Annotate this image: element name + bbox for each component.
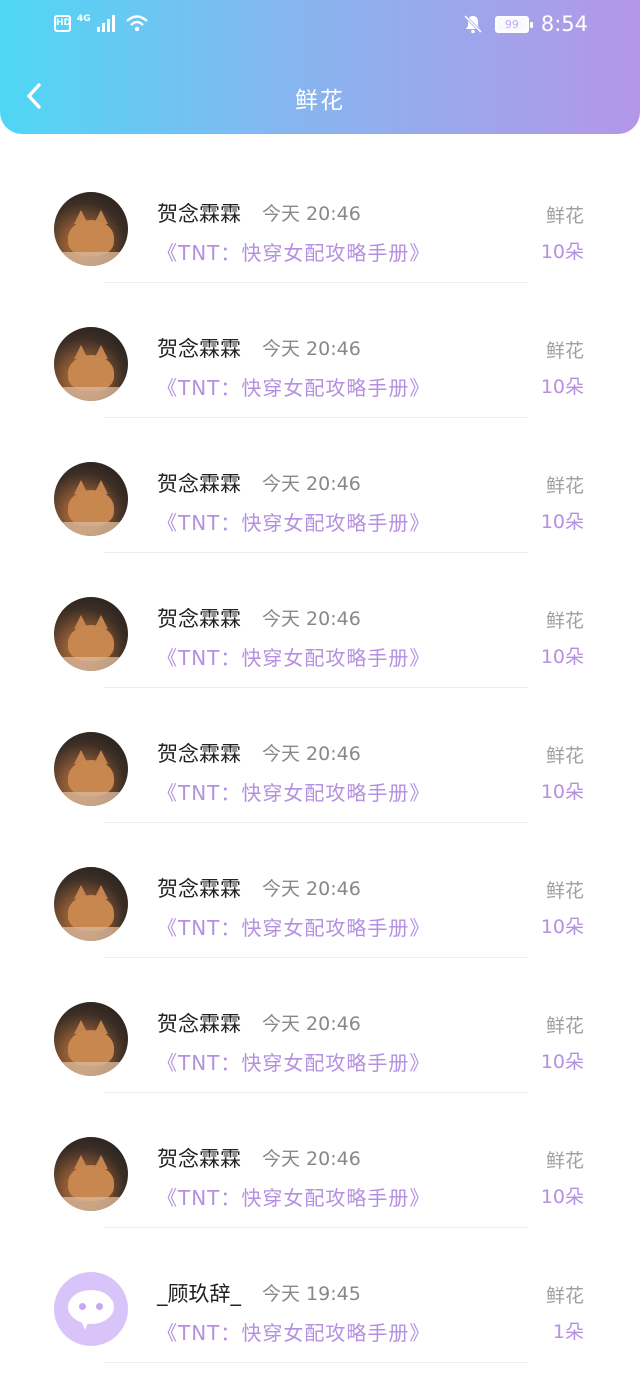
gift-quantity: 10朵	[540, 646, 584, 668]
send-time: 今天 20:46	[262, 473, 361, 495]
sender-name: 贺念霖霖	[157, 1147, 241, 1171]
gift-type: 鲜花	[545, 340, 584, 362]
signal-icon	[96, 14, 115, 32]
gift-quantity: 10朵	[540, 1186, 584, 1208]
book-title: 《TNT：快穿女配攻略手册》	[157, 1186, 431, 1210]
divider	[104, 822, 528, 823]
gift-type: 鲜花	[545, 880, 584, 902]
status-left: HD 4G	[54, 14, 149, 32]
divider	[104, 1092, 528, 1093]
list-item[interactable]: 贺念霖霖 今天 20:46 《TNT：快穿女配攻略手册》 鲜花 10朵	[0, 690, 640, 825]
gift-quantity: 10朵	[540, 1051, 584, 1073]
gift-quantity: 10朵	[540, 241, 584, 263]
list-item[interactable]: 贺念霖霖 今天 20:46 《TNT：快穿女配攻略手册》 鲜花 10朵	[0, 285, 640, 420]
book-title: 《TNT：快穿女配攻略手册》	[157, 376, 431, 400]
divider	[104, 1362, 528, 1363]
list-item[interactable]: 贺念霖霖 今天 20:46 《TNT：快穿女配攻略手册》 鲜花 10朵	[0, 825, 640, 960]
bell-off-icon	[463, 14, 482, 34]
network-type: 4G	[77, 14, 91, 24]
send-time: 今天 20:46	[262, 1013, 361, 1035]
gift-type: 鲜花	[545, 610, 584, 632]
header-bar: HD 4G 99 8:54 鲜花	[0, 0, 640, 134]
divider	[104, 417, 528, 418]
list-item[interactable]: 贺念霖霖 今天 20:46 《TNT：快穿女配攻略手册》 鲜花 10朵	[0, 555, 640, 690]
divider	[104, 957, 528, 958]
sender-name: 贺念霖霖	[157, 472, 241, 496]
send-time: 今天 20:46	[262, 743, 361, 765]
avatar[interactable]	[54, 597, 128, 671]
gift-quantity: 10朵	[540, 376, 584, 398]
divider	[104, 1227, 528, 1228]
book-title: 《TNT：快穿女配攻略手册》	[157, 1321, 431, 1345]
sender-name: 贺念霖霖	[157, 337, 241, 361]
list-item[interactable]: 贺念霖霖 今天 20:46 《TNT：快穿女配攻略手册》 鲜花 10朵	[0, 420, 640, 555]
wifi-icon	[125, 15, 148, 32]
book-title: 《TNT：快穿女配攻略手册》	[157, 916, 431, 940]
sender-name: 贺念霖霖	[157, 742, 241, 766]
list-item[interactable]: 贺念霖霖 今天 20:46 《TNT：快穿女配攻略手册》 鲜花 10朵	[0, 960, 640, 1095]
sender-name: 贺念霖霖	[157, 607, 241, 631]
send-time: 今天 20:46	[262, 203, 361, 225]
avatar[interactable]	[54, 867, 128, 941]
book-title: 《TNT：快穿女配攻略手册》	[157, 646, 431, 670]
divider	[104, 552, 528, 553]
avatar[interactable]	[54, 327, 128, 401]
send-time: 今天 20:46	[262, 878, 361, 900]
sender-name: 贺念霖霖	[157, 877, 241, 901]
divider	[104, 687, 528, 688]
sender-name: _顾玖辞_	[157, 1282, 241, 1306]
clock: 8:54	[540, 12, 588, 36]
gift-quantity: 10朵	[540, 916, 584, 938]
battery-indicator: 99	[494, 15, 533, 33]
gift-record-list: 贺念霖霖 今天 20:46 《TNT：快穿女配攻略手册》 鲜花 10朵 贺念霖霖…	[0, 150, 640, 1365]
page-title: 鲜花	[295, 88, 345, 114]
status-right: 99 8:54	[463, 12, 588, 36]
sender-name: 贺念霖霖	[157, 202, 241, 226]
gift-type: 鲜花	[545, 1150, 584, 1172]
book-title: 《TNT：快穿女配攻略手册》	[157, 1051, 431, 1075]
avatar[interactable]	[54, 1137, 128, 1211]
book-title: 《TNT：快穿女配攻略手册》	[157, 241, 431, 265]
gift-type: 鲜花	[545, 475, 584, 497]
divider	[104, 282, 528, 283]
avatar[interactable]	[54, 462, 128, 536]
avatar[interactable]	[54, 1272, 128, 1346]
send-time: 今天 19:45	[262, 1283, 361, 1305]
gift-quantity: 10朵	[540, 511, 584, 533]
send-time: 今天 20:46	[262, 338, 361, 360]
send-time: 今天 20:46	[262, 608, 361, 630]
status-bar: HD 4G 99 8:54	[0, 0, 640, 48]
book-title: 《TNT：快穿女配攻略手册》	[157, 511, 431, 535]
gift-type: 鲜花	[545, 1015, 584, 1037]
list-item[interactable]: _顾玖辞_ 今天 19:45 《TNT：快穿女配攻略手册》 鲜花 1朵	[0, 1230, 640, 1365]
gift-type: 鲜花	[545, 1285, 584, 1307]
gift-quantity: 1朵	[552, 1321, 584, 1343]
gift-quantity: 10朵	[540, 781, 584, 803]
avatar[interactable]	[54, 1002, 128, 1076]
book-title: 《TNT：快穿女配攻略手册》	[157, 781, 431, 805]
avatar[interactable]	[54, 732, 128, 806]
send-time: 今天 20:46	[262, 1148, 361, 1170]
avatar[interactable]	[54, 192, 128, 266]
sender-name: 贺念霖霖	[157, 1012, 241, 1036]
gift-type: 鲜花	[545, 205, 584, 227]
list-item[interactable]: 贺念霖霖 今天 20:46 《TNT：快穿女配攻略手册》 鲜花 10朵	[0, 1095, 640, 1230]
gift-type: 鲜花	[545, 745, 584, 767]
hd-badge: HD	[54, 14, 71, 32]
list-item[interactable]: 贺念霖霖 今天 20:46 《TNT：快穿女配攻略手册》 鲜花 10朵	[0, 150, 640, 285]
